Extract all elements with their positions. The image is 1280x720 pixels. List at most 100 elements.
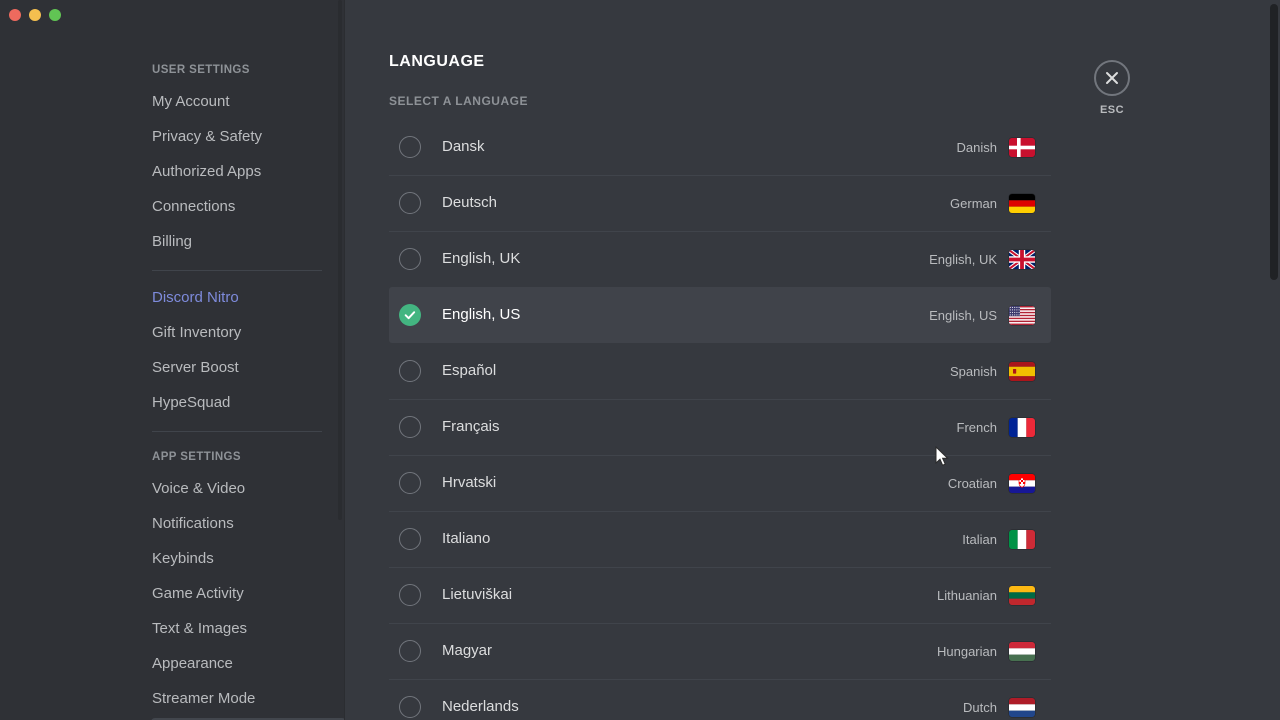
language-row-meta: German xyxy=(950,193,1035,213)
close-icon-circle xyxy=(1094,60,1130,96)
language-native-name: Magyar xyxy=(442,642,493,659)
language-english-name: German xyxy=(950,195,997,211)
sidebar-item-gift-inventory[interactable]: Gift Inventory xyxy=(152,317,337,350)
sidebar-group-header: USER SETTINGS xyxy=(152,64,250,76)
language-native-name: Deutsch xyxy=(442,194,498,211)
flag-icon-gb xyxy=(1009,249,1035,269)
settings-window: USER SETTINGS My Account Privacy & Safety A… xyxy=(0,0,1280,720)
language-row-meta: English, US xyxy=(929,305,1035,325)
sidebar-item-keybinds[interactable]: Keybinds xyxy=(152,543,337,576)
flag-icon-fr xyxy=(1009,417,1035,437)
language-row-meta: Dutch xyxy=(963,697,1035,717)
language-native-name: Nederlands xyxy=(442,698,519,715)
radio-unchecked-icon[interactable] xyxy=(399,696,421,718)
sidebar-nav: USER SETTINGS My Account Privacy & Safety A… xyxy=(151,56,345,720)
flag-icon-lt xyxy=(1009,585,1035,605)
sidebar-divider xyxy=(152,431,322,432)
sidebar-divider xyxy=(152,270,322,271)
settings-main-panel: LANGUAGE SELECT A LANGUAGE Dansk Danish D… xyxy=(345,0,1280,720)
radio-unchecked-icon[interactable] xyxy=(399,528,421,550)
language-english-name: Lithuanian xyxy=(937,587,997,603)
sidebar-item-hypesquad[interactable]: HypeSquad xyxy=(152,387,337,420)
radio-unchecked-icon[interactable] xyxy=(399,248,421,270)
language-row-german[interactable]: Deutsch German xyxy=(389,175,1051,231)
language-row-meta: Hungarian xyxy=(937,641,1035,661)
sidebar-item-voice-video[interactable]: Voice & Video xyxy=(152,473,337,506)
language-row-meta: Lithuanian xyxy=(937,585,1035,605)
language-row-meta: Croatian xyxy=(947,473,1035,493)
language-row-meta: Italian xyxy=(962,529,1035,549)
language-row-english-uk[interactable]: English, UK English, UK xyxy=(389,231,1051,287)
language-english-name: English, UK xyxy=(929,251,997,267)
language-english-name: Dutch xyxy=(963,699,997,715)
language-row-croatian[interactable]: Hrvatski Croatian xyxy=(389,455,1051,511)
language-english-name: French xyxy=(956,419,997,435)
radio-unchecked-icon[interactable] xyxy=(399,136,421,158)
language-native-name: Lietuviškai xyxy=(442,586,513,603)
flag-icon-hr xyxy=(1009,473,1035,493)
flag-icon-dk xyxy=(1009,137,1035,157)
radio-unchecked-icon[interactable] xyxy=(399,640,421,662)
sidebar-item-authorized-apps[interactable]: Authorized Apps xyxy=(152,156,337,189)
language-native-name: Español xyxy=(442,362,497,379)
language-row-english-us[interactable]: English, US English, US xyxy=(389,287,1051,343)
sidebar-item-discord-nitro[interactable]: Discord Nitro xyxy=(152,282,337,315)
page-title: LANGUAGE xyxy=(389,53,485,70)
esc-label: ESC xyxy=(1099,104,1125,116)
sidebar-item-billing[interactable]: Billing xyxy=(152,226,337,259)
language-row-meta: English, UK xyxy=(929,249,1035,269)
radio-unchecked-icon[interactable] xyxy=(399,584,421,606)
language-english-name: Spanish xyxy=(950,363,997,379)
close-settings-button[interactable]: ESC xyxy=(1082,60,1142,117)
sidebar-group-header: APP SETTINGS xyxy=(152,451,241,463)
language-row-spanish[interactable]: Español Spanish xyxy=(389,343,1051,399)
language-english-name: Croatian xyxy=(947,475,997,491)
language-english-name: Italian xyxy=(962,531,997,547)
radio-unchecked-icon[interactable] xyxy=(399,416,421,438)
sidebar-scrollbar[interactable] xyxy=(338,0,342,520)
language-english-name: Danish xyxy=(956,139,997,155)
main-scrollbar[interactable] xyxy=(1270,0,1278,720)
flag-icon-es xyxy=(1009,361,1035,381)
language-row-dutch[interactable]: Nederlands Dutch xyxy=(389,679,1051,720)
language-row-italian[interactable]: Italiano Italian xyxy=(389,511,1051,567)
sidebar-item-text-images[interactable]: Text & Images xyxy=(152,613,337,646)
flag-icon-it xyxy=(1009,529,1035,549)
language-row-hungarian[interactable]: Magyar Hungarian xyxy=(389,623,1051,679)
language-row-meta: French xyxy=(956,417,1035,437)
flag-icon-nl xyxy=(1009,697,1035,717)
radio-unchecked-icon[interactable] xyxy=(399,360,421,382)
sidebar-item-privacy-safety[interactable]: Privacy & Safety xyxy=(152,121,337,154)
sidebar-item-notifications[interactable]: Notifications xyxy=(152,508,337,541)
language-row-lithuanian[interactable]: Lietuviškai Lithuanian xyxy=(389,567,1051,623)
main-scrollbar-thumb[interactable] xyxy=(1270,4,1278,280)
language-native-name: Dansk xyxy=(442,138,485,155)
sidebar-scroll-area: USER SETTINGS My Account Privacy & Safety A… xyxy=(0,0,345,720)
language-native-name: English, US xyxy=(442,306,521,323)
sidebar-item-appearance[interactable]: Appearance xyxy=(152,648,337,681)
language-native-name: Italiano xyxy=(442,530,491,547)
language-row-danish[interactable]: Dansk Danish xyxy=(389,119,1051,175)
settings-sidebar: USER SETTINGS My Account Privacy & Safety A… xyxy=(0,0,345,720)
language-row-french[interactable]: Français French xyxy=(389,399,1051,455)
close-icon xyxy=(1106,72,1118,84)
flag-icon-de xyxy=(1009,193,1035,213)
sidebar-item-streamer-mode[interactable]: Streamer Mode xyxy=(152,683,337,716)
radio-unchecked-icon[interactable] xyxy=(399,472,421,494)
sidebar-item-connections[interactable]: Connections xyxy=(152,191,337,224)
section-label: SELECT A LANGUAGE xyxy=(389,94,528,108)
radio-unchecked-icon[interactable] xyxy=(399,192,421,214)
language-row-meta: Danish xyxy=(956,137,1035,157)
flag-icon-hu xyxy=(1009,641,1035,661)
language-list: Dansk Danish Deutsch German English, UK Eng… xyxy=(389,119,1051,720)
sidebar-item-my-account[interactable]: My Account xyxy=(152,86,337,119)
radio-checked-icon[interactable] xyxy=(399,304,421,326)
language-english-name: Hungarian xyxy=(937,643,997,659)
sidebar-item-server-boost[interactable]: Server Boost xyxy=(152,352,337,385)
language-native-name: Hrvatski xyxy=(442,474,497,491)
language-native-name: English, UK xyxy=(442,250,521,267)
language-row-meta: Spanish xyxy=(950,361,1035,381)
flag-icon-us xyxy=(1009,305,1035,325)
sidebar-item-game-activity[interactable]: Game Activity xyxy=(152,578,337,611)
language-english-name: English, US xyxy=(929,307,997,323)
